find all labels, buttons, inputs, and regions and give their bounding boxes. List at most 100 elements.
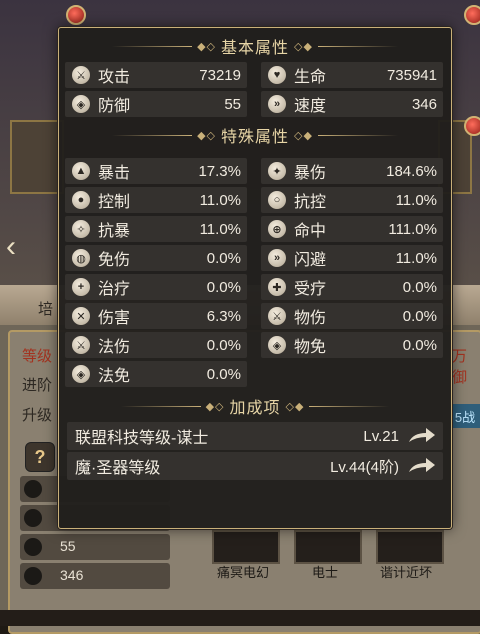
bonus-level: Lv.21 (363, 427, 399, 445)
stat-heal: + 治疗 0.0% (65, 274, 247, 300)
red-gem-icon (464, 116, 480, 136)
stat-value: 0.0% (402, 336, 437, 354)
stat-dodge: » 闪避 11.0% (261, 245, 443, 271)
side-tab-label[interactable]: 培 (38, 298, 53, 319)
bonus-name: 魔·圣器等级 (75, 460, 161, 477)
stat-name: 物伤 (294, 310, 327, 327)
control-icon: ● (72, 191, 90, 209)
special-section-title: 特殊属性 (220, 129, 289, 146)
side-frame-left (10, 120, 64, 194)
stat-name: 物免 (294, 339, 327, 356)
heal-received-icon: ✚ (268, 278, 286, 296)
physical-damage-icon: ⚔ (268, 307, 286, 325)
bonus-name: 联盟科技等级-谋士 (75, 430, 209, 447)
stat-name: 伤害 (98, 310, 131, 327)
magic-damage-icon: ⚔ (72, 336, 90, 354)
stat-name: 防御 (98, 98, 131, 115)
stat-physical-immune: ◈ 物免 0.0% (261, 332, 443, 358)
stat-resist-control: ○ 抗控 11.0% (261, 187, 443, 213)
stat-name: 控制 (98, 194, 131, 211)
shield-icon (24, 538, 42, 556)
sword-icon (24, 480, 42, 498)
red-gem-icon (66, 5, 86, 25)
stat-name: 命中 (294, 223, 327, 240)
stat-anti-crit: ✧ 抗暴 11.0% (65, 216, 247, 242)
speed-icon: » (268, 95, 286, 113)
stat-value: 6.3% (206, 307, 241, 325)
physical-immune-icon: ◈ (268, 336, 286, 354)
bonus-item-artifact[interactable]: 魔·圣器等级 Lv.44(4阶) (67, 452, 443, 480)
stat-hp: ♥ 生命 735941 (261, 62, 443, 88)
stat-value: 0.0% (402, 307, 437, 325)
bonus-section-title: 加成项 (229, 400, 281, 417)
speed-icon (24, 567, 42, 585)
stat-value: 0.0% (206, 249, 241, 267)
bg-stat-row: 346 (20, 563, 170, 589)
stat-control: ● 控制 11.0% (65, 187, 247, 213)
stat-physical-damage: ⚔ 物伤 0.0% (261, 303, 443, 329)
stat-value: 0.0% (206, 278, 241, 296)
ornament-icon: ◆◇ (205, 400, 225, 413)
special-section-header: ◆◇ 特殊属性 ◇◆ (59, 124, 451, 146)
shield-icon (24, 509, 42, 527)
stat-value: 0.0% (206, 336, 241, 354)
stat-value: 184.6% (386, 162, 437, 180)
stat-value: 11.0% (199, 191, 241, 209)
resist-control-icon: ○ (268, 191, 286, 209)
bonus-section-header: ◆◇ 加成项 ◇◆ (59, 395, 451, 417)
skill-card[interactable] (294, 530, 362, 564)
attribute-popup[interactable]: ◆◇ 基本属性 ◇◆ ⚔ 攻击 73219 ♥ 生命 735941 ◈ 防御 5… (58, 27, 452, 529)
ornament-icon: ◇◆ (294, 40, 313, 53)
dodge-icon: » (268, 249, 286, 267)
stat-name: 治疗 (98, 281, 131, 298)
stat-magic-damage: ⚔ 法伤 0.0% (65, 332, 247, 358)
ornament-icon: ◇◆ (285, 400, 305, 413)
stat-name: 生命 (294, 69, 327, 86)
stat-value: 55 (224, 95, 241, 113)
stat-name: 法免 (98, 368, 131, 385)
divider-line (317, 45, 398, 47)
red-gem-icon (464, 5, 480, 25)
upgrade-label: 升级 (22, 407, 53, 424)
chevron-left-icon[interactable]: ‹ (6, 230, 16, 264)
stat-magic-immune: ◈ 法免 0.0% (65, 361, 247, 387)
defense-icon: ◈ (72, 95, 90, 113)
skill-card[interactable] (212, 530, 280, 564)
stat-name: 免伤 (98, 252, 131, 269)
stat-value: 346 (411, 95, 437, 113)
skill-card-label: 电士 (312, 565, 339, 580)
stat-name: 暴伤 (294, 165, 327, 182)
heal-icon: + (72, 278, 90, 296)
stat-value: 11.0% (395, 249, 437, 267)
stat-name: 暴击 (98, 165, 131, 182)
crit-damage-icon: ✦ (268, 162, 286, 180)
skill-card-label: 谐计近坏 (380, 565, 433, 580)
bonus-item-alliance-tech[interactable]: 联盟科技等级-谋士 Lv.21 (67, 422, 443, 450)
anti-crit-icon: ✧ (72, 220, 90, 238)
advance-label: 进阶 (22, 377, 53, 394)
right-badge[interactable]: 5战 (450, 404, 480, 428)
basic-section-header: ◆◇ 基本属性 ◇◆ (59, 35, 451, 57)
stat-name: 抗控 (294, 194, 327, 211)
stat-attack: ⚔ 攻击 73219 (65, 62, 247, 88)
stat-speed: » 速度 346 (261, 91, 443, 117)
bg-stat-value: 55 (60, 538, 76, 554)
bg-stat-value: 346 (60, 567, 84, 583)
bottom-bar (0, 610, 480, 626)
ornament-icon: ◆◇ (197, 40, 216, 53)
arrow-right-icon[interactable] (407, 456, 437, 476)
divider-line (112, 45, 193, 47)
skill-card[interactable] (376, 530, 444, 564)
stat-defense: ◈ 防御 55 (65, 91, 247, 117)
stat-damage-reduction: ◍ 免伤 0.0% (65, 245, 247, 271)
arrow-right-icon[interactable] (407, 426, 437, 446)
stat-value: 0.0% (402, 278, 437, 296)
help-button[interactable]: ? (25, 442, 55, 472)
heart-icon: ♥ (268, 66, 286, 84)
magic-immune-icon: ◈ (72, 365, 90, 383)
stat-value: 111.0% (388, 220, 437, 238)
stat-hit: ⊕ 命中 111.0% (261, 216, 443, 242)
stat-value: 735941 (386, 66, 437, 84)
stat-value: 11.0% (395, 191, 437, 209)
ornament-icon: ◇◆ (294, 129, 313, 142)
